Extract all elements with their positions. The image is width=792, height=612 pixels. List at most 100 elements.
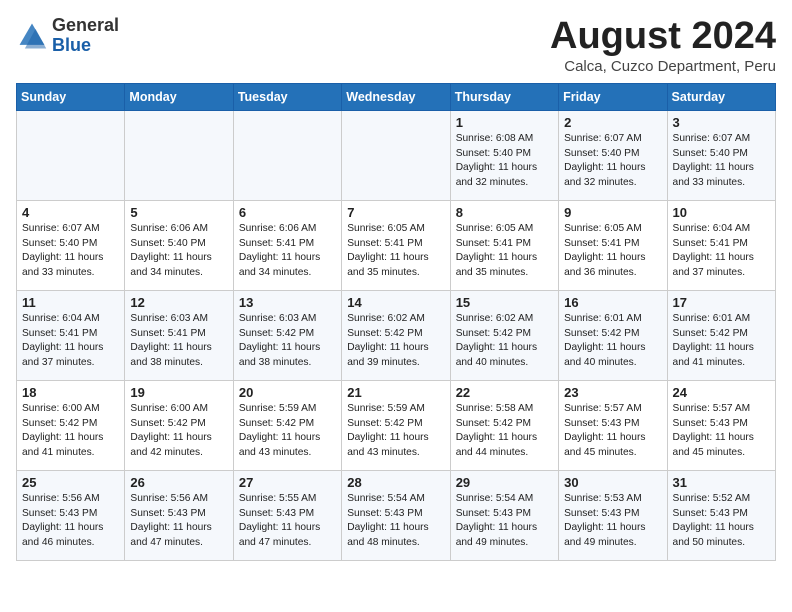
day-info: Sunrise: 5:58 AMSunset: 5:42 PMDaylight:… (456, 402, 553, 461)
calendar-cell: 9 Sunrise: 6:05 AMSunset: 5:41 PMDaylight… (559, 200, 667, 290)
weekday-header: Wednesday (342, 83, 450, 110)
day-number: 20 (239, 385, 336, 400)
day-number: 30 (564, 475, 661, 490)
calendar-cell (233, 110, 341, 200)
calendar-cell: 23 Sunrise: 5:57 AMSunset: 5:43 PMDayligh… (559, 380, 667, 470)
calendar-week-row: 25 Sunrise: 5:56 AMSunset: 5:43 PMDayligh… (17, 470, 776, 560)
day-info: Sunrise: 6:05 AMSunset: 5:41 PMDaylight:… (456, 222, 553, 281)
calendar-cell: 22 Sunrise: 5:58 AMSunset: 5:42 PMDayligh… (450, 380, 558, 470)
title-block: August 2024 Calca, Cuzco Department, Per… (550, 16, 776, 75)
day-info: Sunrise: 6:02 AMSunset: 5:42 PMDaylight:… (456, 312, 553, 371)
day-info: Sunrise: 6:02 AMSunset: 5:42 PMDaylight:… (347, 312, 444, 371)
calendar-cell: 5 Sunrise: 6:06 AMSunset: 5:40 PMDaylight… (125, 200, 233, 290)
calendar-cell: 2 Sunrise: 6:07 AMSunset: 5:40 PMDaylight… (559, 110, 667, 200)
month-year: August 2024 (550, 16, 776, 58)
day-info: Sunrise: 5:59 AMSunset: 5:42 PMDaylight:… (239, 402, 336, 461)
calendar-cell: 30 Sunrise: 5:53 AMSunset: 5:43 PMDayligh… (559, 470, 667, 560)
calendar-week-row: 18 Sunrise: 6:00 AMSunset: 5:42 PMDayligh… (17, 380, 776, 470)
day-info: Sunrise: 6:04 AMSunset: 5:41 PMDaylight:… (673, 222, 770, 281)
day-number: 22 (456, 385, 553, 400)
day-number: 1 (456, 115, 553, 130)
calendar-cell: 13Sunrise: 6:03 AMSunset: 5:42 PMDayligh… (233, 290, 341, 380)
day-info: Sunrise: 6:07 AMSunset: 5:40 PMDaylight:… (673, 132, 770, 191)
page-header: General Blue August 2024 Calca, Cuzco De… (16, 16, 776, 75)
calendar-cell: 15 Sunrise: 6:02 AMSunset: 5:42 PMDayligh… (450, 290, 558, 380)
calendar-cell: 20 Sunrise: 5:59 AMSunset: 5:42 PMDayligh… (233, 380, 341, 470)
calendar-cell: 1 Sunrise: 6:08 AMSunset: 5:40 PMDaylight… (450, 110, 558, 200)
day-number: 18 (22, 385, 119, 400)
weekday-header: Sunday (17, 83, 125, 110)
day-number: 24 (673, 385, 770, 400)
day-number: 9 (564, 205, 661, 220)
day-number: 25 (22, 475, 119, 490)
day-number: 7 (347, 205, 444, 220)
day-number: 15 (456, 295, 553, 310)
day-info: Sunrise: 6:07 AMSunset: 5:40 PMDaylight:… (564, 132, 661, 191)
day-info: Sunrise: 6:01 AMSunset: 5:42 PMDaylight:… (673, 312, 770, 371)
calendar-cell (17, 110, 125, 200)
calendar-cell: 29Sunrise: 5:54 AMSunset: 5:43 PMDayligh… (450, 470, 558, 560)
day-info: Sunrise: 5:56 AMSunset: 5:43 PMDaylight:… (22, 492, 119, 551)
day-info: Sunrise: 5:54 AMSunset: 5:43 PMDaylight:… (456, 492, 553, 551)
day-number: 8 (456, 205, 553, 220)
day-number: 28 (347, 475, 444, 490)
calendar-cell: 12Sunrise: 6:03 AMSunset: 5:41 PMDayligh… (125, 290, 233, 380)
calendar-cell: 10 Sunrise: 6:04 AMSunset: 5:41 PMDayligh… (667, 200, 775, 290)
day-number: 2 (564, 115, 661, 130)
calendar-cell: 3 Sunrise: 6:07 AMSunset: 5:40 PMDaylight… (667, 110, 775, 200)
day-info: Sunrise: 6:00 AMSunset: 5:42 PMDaylight:… (22, 402, 119, 461)
day-info: Sunrise: 6:01 AMSunset: 5:42 PMDaylight:… (564, 312, 661, 371)
calendar-cell: 11 Sunrise: 6:04 AMSunset: 5:41 PMDayligh… (17, 290, 125, 380)
day-number: 14 (347, 295, 444, 310)
calendar-cell: 14 Sunrise: 6:02 AMSunset: 5:42 PMDayligh… (342, 290, 450, 380)
day-number: 11 (22, 295, 119, 310)
day-number: 5 (130, 205, 227, 220)
calendar-cell: 25 Sunrise: 5:56 AMSunset: 5:43 PMDayligh… (17, 470, 125, 560)
day-info: Sunrise: 6:05 AMSunset: 5:41 PMDaylight:… (564, 222, 661, 281)
calendar-cell: 21Sunrise: 5:59 AMSunset: 5:42 PMDayligh… (342, 380, 450, 470)
weekday-header: Tuesday (233, 83, 341, 110)
day-info: Sunrise: 5:54 AMSunset: 5:43 PMDaylight:… (347, 492, 444, 551)
day-info: Sunrise: 5:53 AMSunset: 5:43 PMDaylight:… (564, 492, 661, 551)
day-info: Sunrise: 6:07 AMSunset: 5:40 PMDaylight:… (22, 222, 119, 281)
location: Calca, Cuzco Department, Peru (550, 58, 776, 75)
day-number: 3 (673, 115, 770, 130)
day-number: 6 (239, 205, 336, 220)
logo: General Blue (16, 16, 119, 56)
day-info: Sunrise: 6:04 AMSunset: 5:41 PMDaylight:… (22, 312, 119, 371)
day-number: 23 (564, 385, 661, 400)
day-info: Sunrise: 6:06 AMSunset: 5:41 PMDaylight:… (239, 222, 336, 281)
day-number: 4 (22, 205, 119, 220)
day-info: Sunrise: 6:06 AMSunset: 5:40 PMDaylight:… (130, 222, 227, 281)
calendar-cell: 31Sunrise: 5:52 AMSunset: 5:43 PMDayligh… (667, 470, 775, 560)
day-number: 12 (130, 295, 227, 310)
calendar-week-row: 1 Sunrise: 6:08 AMSunset: 5:40 PMDaylight… (17, 110, 776, 200)
calendar-cell (342, 110, 450, 200)
day-number: 21 (347, 385, 444, 400)
day-info: Sunrise: 5:55 AMSunset: 5:43 PMDaylight:… (239, 492, 336, 551)
logo-text: General Blue (52, 16, 119, 56)
day-number: 31 (673, 475, 770, 490)
weekday-header: Friday (559, 83, 667, 110)
day-info: Sunrise: 5:57 AMSunset: 5:43 PMDaylight:… (564, 402, 661, 461)
calendar-cell: 4 Sunrise: 6:07 AMSunset: 5:40 PMDaylight… (17, 200, 125, 290)
calendar-cell: 6 Sunrise: 6:06 AMSunset: 5:41 PMDaylight… (233, 200, 341, 290)
calendar-cell: 18 Sunrise: 6:00 AMSunset: 5:42 PMDayligh… (17, 380, 125, 470)
day-number: 10 (673, 205, 770, 220)
calendar-cell: 28 Sunrise: 5:54 AMSunset: 5:43 PMDayligh… (342, 470, 450, 560)
day-number: 26 (130, 475, 227, 490)
calendar-week-row: 11 Sunrise: 6:04 AMSunset: 5:41 PMDayligh… (17, 290, 776, 380)
day-number: 17 (673, 295, 770, 310)
day-info: Sunrise: 6:05 AMSunset: 5:41 PMDaylight:… (347, 222, 444, 281)
calendar-cell: 7 Sunrise: 6:05 AMSunset: 5:41 PMDaylight… (342, 200, 450, 290)
day-info: Sunrise: 6:03 AMSunset: 5:42 PMDaylight:… (239, 312, 336, 371)
weekday-header: Saturday (667, 83, 775, 110)
logo-icon (16, 20, 48, 52)
day-info: Sunrise: 6:08 AMSunset: 5:40 PMDaylight:… (456, 132, 553, 191)
weekday-header-row: SundayMondayTuesdayWednesdayThursdayFrid… (17, 83, 776, 110)
calendar-week-row: 4 Sunrise: 6:07 AMSunset: 5:40 PMDaylight… (17, 200, 776, 290)
calendar-cell: 17 Sunrise: 6:01 AMSunset: 5:42 PMDayligh… (667, 290, 775, 380)
calendar-table: SundayMondayTuesdayWednesdayThursdayFrid… (16, 83, 776, 561)
day-number: 27 (239, 475, 336, 490)
day-info: Sunrise: 5:56 AMSunset: 5:43 PMDaylight:… (130, 492, 227, 551)
